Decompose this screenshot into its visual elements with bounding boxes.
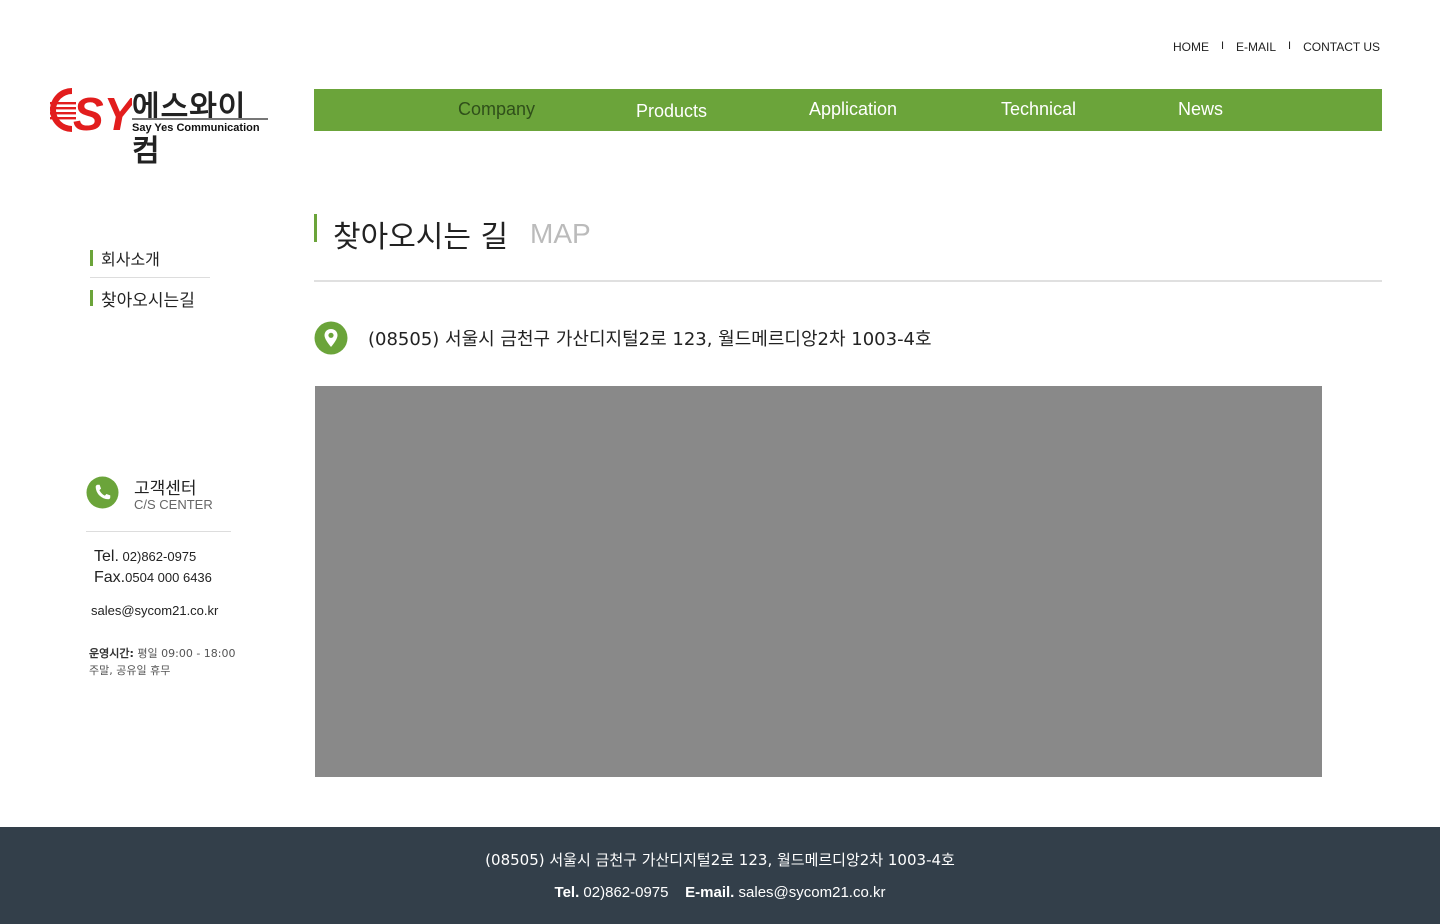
page-header: 찾아오시는 길 MAP — [314, 212, 1382, 282]
sidebar-divider — [90, 277, 210, 278]
logo-mark-text: SY — [73, 88, 132, 138]
nav-news[interactable]: News — [1178, 89, 1223, 131]
cs-fax: Fax.0504 000 6436 — [94, 569, 212, 587]
footer-tel: 02)862-0975 — [583, 884, 669, 901]
sidebar-bullet — [90, 290, 93, 306]
logo-mark: SY — [50, 88, 132, 138]
cs-tel: Tel. 02)862-0975 — [94, 548, 196, 566]
footer: (08505) 서울시 금천구 가산디지털2로 123, 월드메르디앙2차 10… — [0, 827, 1440, 924]
util-separator: I — [1220, 40, 1225, 52]
cs-fax-value: 0504 000 6436 — [125, 570, 212, 585]
phone-icon — [86, 476, 119, 509]
cs-fax-label: Fax. — [94, 569, 126, 586]
footer-email[interactable]: sales@sycom21.co.kr — [739, 884, 886, 901]
footer-contact: Tel. 02)862-0975 E-mail. sales@sycom21.c… — [0, 884, 1440, 901]
cs-divider — [86, 531, 231, 532]
main-nav: Company Products Application Technical N… — [314, 89, 1382, 131]
location-pin-icon — [314, 321, 348, 355]
site-logo[interactable]: SY 에스와이컴 Say Yes Communication — [50, 82, 270, 169]
cs-tel-label: Tel. — [94, 548, 119, 565]
sidebar-bullet — [90, 250, 93, 266]
sidebar-item-directions[interactable]: 찾아오시는길 — [90, 286, 210, 311]
email-link[interactable]: E-MAIL — [1236, 40, 1276, 54]
nav-products[interactable]: Products — [636, 91, 707, 133]
cs-holidays: 주말, 공유일 휴무 — [89, 664, 171, 677]
cs-email[interactable]: sales@sycom21.co.kr — [91, 603, 218, 618]
logo-divider — [132, 118, 268, 120]
sidebar-item-label: 찾아오시는길 — [101, 290, 195, 311]
address-row: (08505) 서울시 금천구 가산디지털2로 123, 월드메르디앙2차 10… — [314, 320, 932, 356]
cs-title: 고객센터 — [134, 479, 197, 499]
footer-address: (08505) 서울시 금천구 가산디지털2로 123, 월드메르디앙2차 10… — [485, 851, 955, 869]
footer-tel-label: Tel. — [554, 884, 580, 901]
footer-email-label: E-mail. — [685, 884, 735, 901]
nav-application[interactable]: Application — [809, 89, 897, 131]
nav-technical[interactable]: Technical — [1001, 89, 1076, 131]
cs-hours-value: 평일 09:00 - 18:00 — [137, 647, 236, 660]
nav-company[interactable]: Company — [458, 89, 535, 131]
cs-tel-value: 02)862-0975 — [122, 549, 197, 564]
page-title: 찾아오시는 길 — [333, 220, 509, 255]
cs-hours-label: 운영시간: — [89, 647, 134, 660]
util-separator: I — [1288, 40, 1292, 52]
sidebar-item-label: 회사소개 — [101, 250, 160, 269]
home-link[interactable]: HOME — [1173, 40, 1209, 54]
cs-subtitle: C/S CENTER — [134, 497, 213, 512]
sidebar-menu: 회사소개 찾아오시는길 — [90, 246, 210, 311]
sidebar-item-about[interactable]: 회사소개 — [90, 246, 210, 270]
page-subtitle: MAP — [530, 218, 591, 249]
cs-hours: 운영시간: 평일 09:00 - 18:00 주말, 공유일 휴무 — [89, 645, 236, 679]
contact-us-link[interactable]: CONTACT US — [1303, 40, 1380, 54]
logo-english: Say Yes Communication — [132, 122, 260, 134]
page-title-bar — [314, 214, 317, 242]
address-text: (08505) 서울시 금천구 가산디지털2로 123, 월드메르디앙2차 10… — [368, 329, 932, 350]
map-area[interactable] — [315, 386, 1322, 777]
utility-nav: HOME I E-MAIL I CONTACT US — [1173, 40, 1380, 54]
